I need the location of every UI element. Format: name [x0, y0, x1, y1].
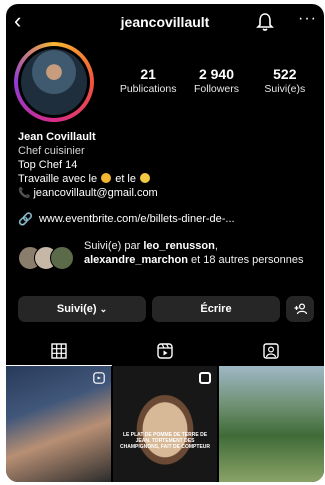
followed-suffix: et 18 autres personnes [191, 254, 304, 266]
followed-user[interactable]: leo_renusson [143, 240, 215, 252]
followed-by-text: Suivi(e) par leo_renusson, alexandre_mar… [84, 240, 304, 266]
profile-avatar[interactable] [14, 42, 94, 122]
bio-text: et le [115, 173, 136, 185]
grid-post[interactable] [6, 366, 111, 482]
stat-label: Publications [119, 83, 177, 95]
avatar-photo [21, 49, 87, 115]
post-caption: LE PLAT DE POMME DE TERRE DE JEAN. TORTE… [120, 432, 211, 450]
tab-posts-grid[interactable] [6, 338, 112, 366]
profile-link-url: www.eventbrite.com/e/billets-diner-de-..… [38, 213, 235, 225]
followed-prefix: Suivi(e) par [84, 240, 141, 252]
tagged-person-icon [263, 343, 279, 359]
profile-username: jeancovillault [120, 14, 210, 30]
stat-followers[interactable]: 2 940 Followers [182, 66, 250, 95]
stat-label: Followers [194, 83, 239, 95]
tab-reels[interactable] [112, 338, 218, 364]
profile-name: Jean Covillault [18, 131, 96, 143]
stat-following[interactable]: 522 Suivi(e)s [251, 66, 319, 95]
bell-emoji-icon [101, 173, 112, 183]
bio-line: Top Chef 14 [18, 159, 78, 171]
stat-label: Suivi(e)s [264, 83, 306, 95]
message-label: Écrire [200, 303, 232, 315]
stat-value: 522 [273, 66, 297, 82]
followed-by[interactable]: Suivi(e) par leo_renusson, alexandre_mar… [18, 239, 314, 283]
following-label: Suivi(e) [56, 303, 97, 315]
bio-email-row[interactable]: 📞 jeancovillault@gmail.com [18, 186, 314, 201]
grid-icon [51, 343, 67, 359]
following-button[interactable]: Suivi(e) ⌄ [18, 296, 146, 322]
message-button[interactable]: Écrire [152, 296, 280, 322]
profile-link[interactable]: 🔗 www.eventbrite.com/e/billets-diner-de-… [18, 212, 235, 226]
stat-value: 21 [140, 66, 156, 82]
grid-post[interactable]: LE PLAT DE POMME DE TERRE DE JEAN. TORTE… [112, 366, 218, 482]
bio-text: Travaille avec le [18, 173, 98, 185]
instagram-profile-screen: ‹ jeancovillault ··· 21 Publications 2 9… [6, 4, 324, 482]
profile-actions: Suivi(e) ⌄ Écrire [18, 296, 314, 322]
followed-user[interactable]: alexandre_marchon [84, 254, 188, 266]
link-icon: 🔗 [18, 212, 33, 226]
more-options-icon[interactable]: ··· [298, 10, 317, 28]
bio-line-mentions: Travaille avec le et le [18, 172, 314, 186]
phone-icon: 📞 [18, 188, 31, 199]
chevron-down-icon: ⌄ [99, 303, 108, 314]
bio-email: jeancovillault@gmail.com [33, 187, 158, 199]
carousel-badge-icon [199, 372, 212, 384]
add-user-icon [294, 303, 307, 315]
stat-publications[interactable]: 21 Publications [114, 66, 182, 95]
profile-tabs [6, 338, 324, 366]
add-user-button[interactable] [286, 296, 314, 322]
profile-category: Chef cuisinier [18, 145, 85, 157]
smiley-emoji-icon [140, 173, 151, 183]
stat-value: 2 940 [198, 66, 235, 82]
mutual-avatars [18, 246, 76, 270]
posts-grid: LE PLAT DE POMME DE TERRE DE JEAN. TORTE… [6, 366, 324, 482]
top-bar: ‹ jeancovillault ··· [6, 4, 324, 40]
profile-bio: Jean Covillault Chef cuisinier Top Chef … [18, 130, 314, 201]
grid-post[interactable] [219, 366, 324, 482]
mutual-avatar [50, 246, 74, 270]
profile-stats: 21 Publications 2 940 Followers 522 Suiv… [114, 66, 319, 95]
reels-icon [157, 343, 173, 359]
notifications-bell-icon[interactable] [256, 12, 274, 32]
avatar-border [18, 46, 90, 118]
tab-tagged[interactable] [218, 338, 324, 364]
reel-badge-icon [92, 372, 105, 384]
